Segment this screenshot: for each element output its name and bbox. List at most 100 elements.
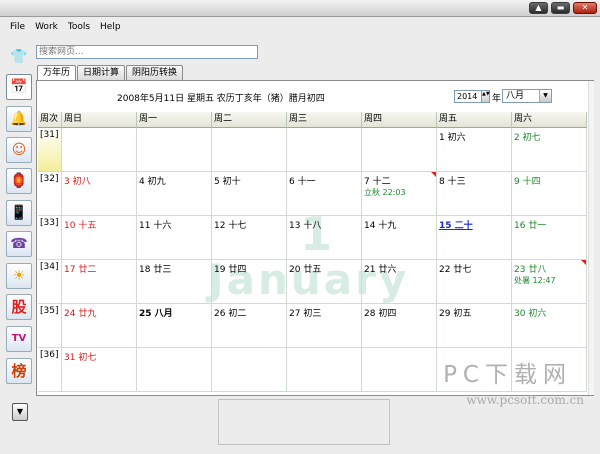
menu-file[interactable]: File bbox=[6, 22, 31, 32]
menu-tools[interactable]: Tools bbox=[64, 22, 96, 32]
day-cell[interactable] bbox=[212, 128, 287, 172]
day-cell[interactable]: 10 十五 bbox=[62, 216, 137, 260]
day-cell[interactable]: 16 廿一 bbox=[512, 216, 587, 260]
day-cell[interactable]: 26 初二 bbox=[212, 304, 287, 348]
avatar-icon[interactable]: ☺ bbox=[6, 137, 32, 163]
day-label: 8 十三 bbox=[439, 177, 466, 187]
day-cell[interactable] bbox=[287, 348, 362, 392]
day-cell[interactable]: 29 初五 bbox=[437, 304, 512, 348]
lunar-day: 廿二 bbox=[78, 265, 97, 275]
lunar-day: 廿七 bbox=[453, 265, 472, 275]
week-number: [32] bbox=[38, 172, 62, 216]
day-cell[interactable] bbox=[212, 348, 287, 392]
search-input[interactable] bbox=[36, 45, 258, 59]
month-select[interactable]: 八月 ▼ bbox=[502, 89, 552, 103]
day-number: 16 bbox=[514, 221, 526, 231]
sidebar-dropdown-button[interactable]: ▼ bbox=[12, 403, 28, 421]
column-header: 周四 bbox=[362, 112, 437, 128]
solar-term: 处暑 12:47 bbox=[514, 276, 556, 285]
day-cell[interactable]: 15 二十 bbox=[437, 216, 512, 260]
calendar-icon[interactable]: 📅 bbox=[6, 74, 32, 100]
day-cell[interactable]: 19 廿四 bbox=[212, 260, 287, 304]
year-input[interactable]: 2014 bbox=[454, 90, 482, 103]
weather-icon[interactable]: ☀ bbox=[6, 263, 32, 289]
day-cell[interactable]: 17 廿二 bbox=[62, 260, 137, 304]
bell-icon[interactable]: 🔔 bbox=[6, 106, 32, 132]
day-cell[interactable]: 8 十三 bbox=[437, 172, 512, 216]
day-number: 11 bbox=[139, 221, 151, 231]
panel-scrollbar[interactable] bbox=[588, 81, 594, 395]
tab-date-calc[interactable]: 日期计算 bbox=[77, 65, 126, 80]
day-cell[interactable]: 21 廿六 bbox=[362, 260, 437, 304]
day-cell[interactable] bbox=[362, 128, 437, 172]
day-cell[interactable] bbox=[137, 348, 212, 392]
day-cell[interactable]: 2 初七 bbox=[512, 128, 587, 172]
day-cell[interactable] bbox=[362, 348, 437, 392]
day-number: 24 bbox=[64, 309, 76, 319]
stock-icon[interactable]: 股 bbox=[6, 294, 32, 320]
day-label: 29 初五 bbox=[439, 309, 471, 319]
day-number: 21 bbox=[364, 265, 376, 275]
minimize-button[interactable]: ▬ bbox=[551, 2, 570, 14]
day-cell[interactable]: 18 廿三 bbox=[137, 260, 212, 304]
lunar-day: 初二 bbox=[228, 309, 247, 319]
day-cell[interactable]: 13 十八 bbox=[287, 216, 362, 260]
ranking-icon[interactable]: 榜 bbox=[6, 358, 32, 384]
day-cell[interactable]: 6 十一 bbox=[287, 172, 362, 216]
day-label: 11 十六 bbox=[139, 221, 171, 231]
tv-icon[interactable]: TV bbox=[6, 326, 32, 352]
day-number: 27 bbox=[289, 309, 301, 319]
column-header: 周五 bbox=[437, 112, 512, 128]
day-cell[interactable]: 3 初八 bbox=[62, 172, 137, 216]
solar-term: 立秋 22:03 bbox=[364, 188, 406, 197]
day-cell[interactable]: 22 廿七 bbox=[437, 260, 512, 304]
menu-help[interactable]: Help bbox=[96, 22, 127, 32]
day-cell[interactable]: 27 初三 bbox=[287, 304, 362, 348]
lunar-day: 廿九 bbox=[78, 309, 97, 319]
menu-work[interactable]: Work bbox=[31, 22, 64, 32]
year-label: 年 bbox=[492, 94, 502, 104]
day-cell[interactable]: 1 初六 bbox=[437, 128, 512, 172]
column-header: 周日 bbox=[62, 112, 137, 128]
tab-lunar-convert[interactable]: 阴阳历转换 bbox=[126, 65, 184, 80]
day-cell[interactable]: 14 十九 bbox=[362, 216, 437, 260]
shirt-icon[interactable]: 👕 bbox=[6, 44, 32, 70]
day-cell[interactable]: 12 十七 bbox=[212, 216, 287, 260]
day-number: 2 bbox=[514, 133, 520, 143]
contacts-icon[interactable]: ☎ bbox=[6, 231, 32, 257]
day-cell[interactable]: 9 十四 bbox=[512, 172, 587, 216]
day-cell[interactable]: 20 廿五 bbox=[287, 260, 362, 304]
day-number: 22 bbox=[439, 265, 451, 275]
lunar-day: 十一 bbox=[297, 177, 316, 187]
day-cell[interactable]: 4 初九 bbox=[137, 172, 212, 216]
day-cell[interactable]: 23 廿八 处暑 12:47 bbox=[512, 260, 587, 304]
lunar-day: 廿四 bbox=[228, 265, 247, 275]
day-number: 17 bbox=[64, 265, 76, 275]
day-label: 5 初十 bbox=[214, 177, 241, 187]
day-cell[interactable]: 30 初六 bbox=[512, 304, 587, 348]
lunar-day: 初八 bbox=[72, 177, 91, 187]
day-cell[interactable]: 25 八月 bbox=[137, 304, 212, 348]
day-cell[interactable]: 28 初四 bbox=[362, 304, 437, 348]
day-cell[interactable] bbox=[62, 128, 137, 172]
close-button[interactable]: ✕ bbox=[573, 2, 597, 14]
lunar-day: 初六 bbox=[528, 309, 547, 319]
chevron-down-icon: ▼ bbox=[539, 90, 551, 102]
day-cell[interactable]: 5 初十 bbox=[212, 172, 287, 216]
day-cell[interactable] bbox=[137, 128, 212, 172]
day-cell[interactable] bbox=[287, 128, 362, 172]
day-cell[interactable]: 24 廿九 bbox=[62, 304, 137, 348]
phone-icon[interactable]: 📱 bbox=[6, 200, 32, 226]
day-cell[interactable]: 31 初七 bbox=[62, 348, 137, 392]
lunar-day: 十九 bbox=[378, 221, 397, 231]
day-label: 15 二十 bbox=[439, 221, 473, 231]
tab-calendar[interactable]: 万年历 bbox=[37, 65, 77, 81]
year-spinner[interactable]: ▲▼ bbox=[481, 90, 490, 103]
lantern-icon[interactable]: 🏮 bbox=[6, 168, 32, 194]
tab-bar: 万年历 日期计算 阴阳历转换 bbox=[37, 65, 184, 81]
lunar-day: 初七 bbox=[522, 133, 541, 143]
restore-button[interactable]: ▲ bbox=[529, 2, 548, 14]
day-cell[interactable]: 11 十六 bbox=[137, 216, 212, 260]
day-cell[interactable]: 7 十二 立秋 22:03 bbox=[362, 172, 437, 216]
day-number: 8 bbox=[439, 177, 445, 187]
